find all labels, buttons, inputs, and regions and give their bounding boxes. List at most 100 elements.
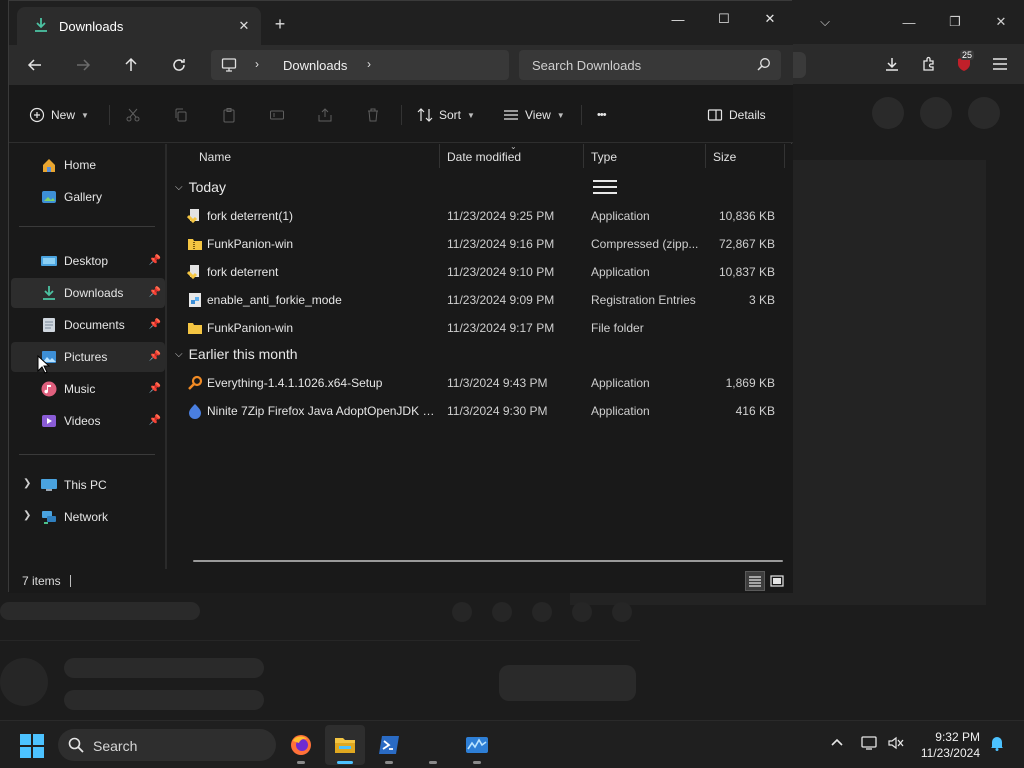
- up-button[interactable]: [115, 51, 147, 79]
- file-size: 10,836 KB: [718, 209, 775, 223]
- column-header-type[interactable]: Type: [591, 150, 617, 164]
- sidebar-item-home[interactable]: Home: [11, 150, 165, 180]
- network-icon: [41, 509, 57, 525]
- pin-icon[interactable]: 📌: [149, 415, 161, 426]
- column-divider[interactable]: [784, 144, 785, 168]
- search-input[interactable]: Search Downloads: [532, 58, 641, 73]
- details-pane-button[interactable]: Details: [707, 103, 766, 127]
- taskbar-firefox[interactable]: [281, 725, 321, 765]
- sidebar-item-desktop[interactable]: Desktop 📌: [11, 246, 165, 276]
- sidebar-item-downloads[interactable]: Downloads 📌: [11, 278, 165, 308]
- refresh-button[interactable]: [163, 51, 195, 79]
- sidebar-item-documents[interactable]: Documents 📌: [11, 310, 165, 340]
- sort-button[interactable]: Sort ▼: [417, 103, 475, 127]
- sidebar-item-videos[interactable]: Videos 📌: [11, 406, 165, 436]
- chevron-right-icon[interactable]: ›: [255, 57, 259, 71]
- column-header-date[interactable]: Date modified: [447, 150, 521, 164]
- clipboard-icon: [223, 108, 235, 123]
- view-button[interactable]: View ▼: [503, 103, 565, 127]
- sidebar-divider: [19, 454, 155, 455]
- details-view-button[interactable]: [745, 571, 765, 591]
- column-divider[interactable]: [439, 144, 440, 168]
- more-options-button[interactable]: •••: [597, 103, 607, 127]
- column-header-name[interactable]: Name: [199, 150, 231, 164]
- table-row[interactable]: FunkPanion-win 11/23/2024 9:16 PM Compre…: [179, 230, 789, 258]
- pin-icon[interactable]: 📌: [149, 255, 161, 266]
- table-row[interactable]: fork deterrent(1) 11/23/2024 9:25 PM App…: [179, 202, 789, 230]
- taskbar-search[interactable]: Search: [58, 729, 276, 761]
- chevron-right-icon[interactable]: ❯: [23, 510, 31, 521]
- browser-address-bar[interactable]: [792, 52, 806, 78]
- delete-button[interactable]: [365, 103, 381, 127]
- loading-skeleton: [499, 665, 636, 701]
- forward-button[interactable]: [67, 51, 99, 79]
- column-header-size[interactable]: Size: [713, 150, 736, 164]
- notification-bell-icon[interactable]: [989, 735, 1005, 754]
- hamburger-icon[interactable]: [593, 179, 617, 198]
- share-button[interactable]: [317, 103, 333, 127]
- column-divider[interactable]: [705, 144, 706, 168]
- search-box[interactable]: Search Downloads: [519, 50, 781, 80]
- table-row[interactable]: fork deterrent 11/23/2024 9:10 PM Applic…: [179, 258, 789, 286]
- taskbar-resource-monitor[interactable]: [457, 725, 497, 765]
- chevron-right-icon[interactable]: ❯: [23, 478, 31, 489]
- chevron-down-icon[interactable]: ⌵: [810, 8, 840, 36]
- menu-icon[interactable]: [986, 50, 1014, 78]
- network-icon[interactable]: [861, 735, 879, 754]
- sidebar-item-this-pc[interactable]: ❯ This PC: [11, 470, 165, 500]
- table-row[interactable]: enable_anti_forkie_mode 11/23/2024 9:09 …: [179, 286, 789, 314]
- paste-button[interactable]: [221, 103, 237, 127]
- loading-skeleton: [532, 602, 552, 622]
- running-indicator: [297, 761, 305, 764]
- address-bar[interactable]: › Downloads ›: [211, 50, 509, 80]
- new-button[interactable]: New ▼: [29, 103, 89, 127]
- browser-close-button[interactable]: ✕: [986, 8, 1016, 36]
- chevron-up-icon[interactable]: [830, 735, 844, 752]
- tab-downloads[interactable]: Downloads ✕: [17, 7, 261, 45]
- close-tab-button[interactable]: ✕: [233, 15, 255, 37]
- cut-button[interactable]: [125, 103, 141, 127]
- chevron-down-icon: ▼: [467, 110, 475, 120]
- file-date: 11/23/2024 9:10 PM: [447, 265, 555, 279]
- taskbar-powershell[interactable]: [369, 725, 409, 765]
- chevron-right-icon[interactable]: ›: [367, 57, 371, 71]
- browser-minimize-button[interactable]: —: [894, 8, 924, 36]
- browser-restore-button[interactable]: ❐: [940, 8, 970, 36]
- sidebar-item-network[interactable]: ❯ Network: [11, 502, 165, 532]
- volume-muted-icon[interactable]: [887, 735, 905, 754]
- navigation-pane: Home Gallery Desktop 📌 Downloads 📌 Docum…: [9, 144, 167, 569]
- group-header-earlier-this-month[interactable]: ⌵ Earlier this month: [175, 346, 298, 362]
- maximize-button[interactable]: ☐: [701, 5, 747, 33]
- table-row[interactable]: Ninite 7Zip Firefox Java AdoptOpenJDK x.…: [179, 397, 789, 425]
- start-button[interactable]: [20, 734, 44, 761]
- minimize-button[interactable]: —: [655, 5, 701, 33]
- file-type: Application: [591, 376, 650, 390]
- arrow-up-icon: [125, 57, 137, 71]
- extensions-icon[interactable]: [915, 50, 943, 78]
- table-row[interactable]: FunkPanion-win 11/23/2024 9:17 PM File f…: [179, 314, 789, 342]
- copy-button[interactable]: [173, 103, 189, 127]
- download-icon[interactable]: [878, 50, 906, 78]
- placeholder-circle: [968, 97, 1000, 129]
- sidebar-item-gallery[interactable]: Gallery: [11, 182, 165, 212]
- taskbar-app-hidden[interactable]: [413, 725, 453, 765]
- taskbar-file-explorer[interactable]: [325, 725, 365, 765]
- sidebar-item-music[interactable]: Music 📌: [11, 374, 165, 404]
- close-button[interactable]: ✕: [747, 5, 793, 33]
- pin-icon[interactable]: 📌: [149, 383, 161, 394]
- pin-icon[interactable]: 📌: [149, 319, 161, 330]
- system-clock[interactable]: 9:32 PM 11/23/2024: [921, 729, 980, 761]
- pin-icon[interactable]: 📌: [149, 351, 161, 362]
- breadcrumb[interactable]: Downloads: [283, 58, 347, 73]
- search-icon: [68, 737, 84, 756]
- horizontal-scrollbar[interactable]: [193, 560, 783, 562]
- group-header-today[interactable]: ⌵ Today: [175, 179, 226, 195]
- sidebar-item-pictures[interactable]: Pictures 📌: [11, 342, 165, 372]
- back-button[interactable]: [19, 51, 51, 79]
- rename-button[interactable]: [269, 103, 285, 127]
- column-divider[interactable]: [583, 144, 584, 168]
- pin-icon[interactable]: 📌: [149, 287, 161, 298]
- new-tab-button[interactable]: +: [269, 13, 291, 35]
- table-row[interactable]: Everything-1.4.1.1026.x64-Setup 11/3/202…: [179, 369, 789, 397]
- large-icons-view-button[interactable]: [767, 571, 787, 591]
